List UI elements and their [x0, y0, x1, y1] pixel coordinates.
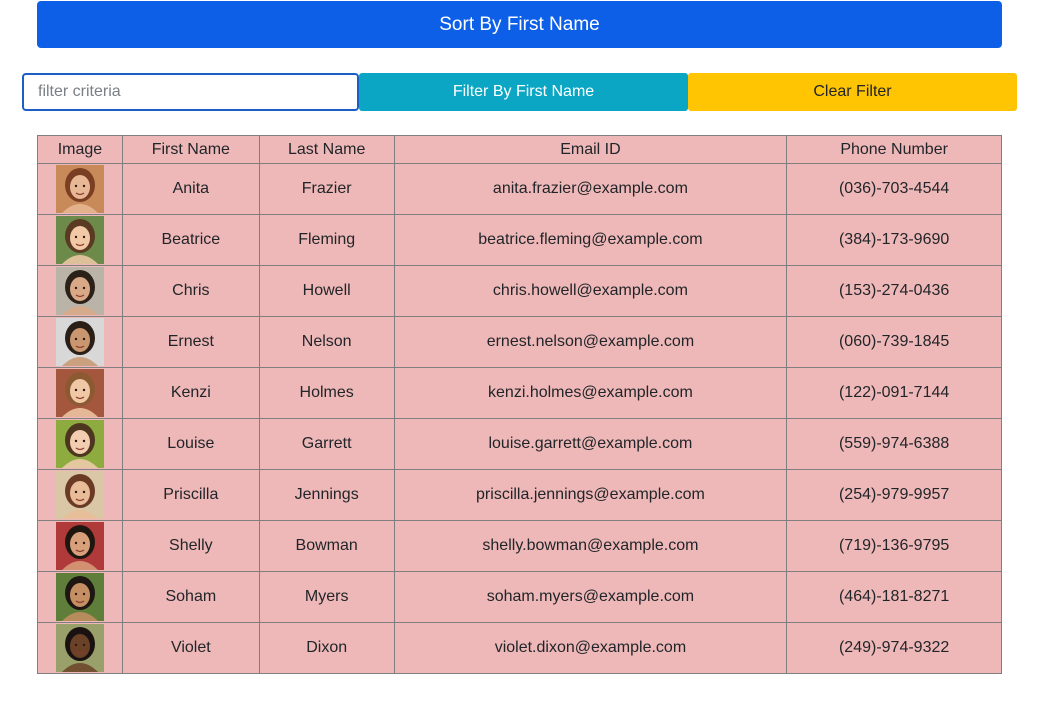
phone-cell: (719)-136-9795 — [786, 520, 1002, 572]
table-row: Ernest Nelson ernest.nelson@example.com (06… — [37, 316, 1002, 368]
table-row: Beatrice Fleming beatrice.fleming@example.… — [37, 214, 1002, 266]
first-name-cell: Chris — [121, 265, 260, 317]
last-name-cell: Fleming — [258, 214, 395, 266]
email-cell: kenzi.holmes@example.com — [393, 367, 788, 419]
avatar — [55, 522, 104, 570]
last-name-cell: Dixon — [258, 622, 395, 674]
first-name-cell: Beatrice — [121, 214, 260, 266]
email-cell: anita.frazier@example.com — [393, 163, 788, 215]
filter-criteria-input[interactable] — [22, 73, 359, 111]
table-row: Shelly Bowman shelly.bowman@example.com (71… — [37, 520, 1002, 572]
avatar — [55, 216, 104, 264]
email-cell: violet.dixon@example.com — [393, 622, 788, 674]
last-name-cell: Jennings — [258, 469, 395, 521]
avatar — [55, 369, 104, 417]
last-name-cell: Frazier — [258, 163, 395, 215]
column-header-first-name: First Name — [121, 135, 260, 164]
last-name-cell: Holmes — [258, 367, 395, 419]
image-cell — [37, 571, 123, 623]
column-header-image: Image — [37, 135, 123, 164]
sort-by-first-name-button[interactable]: Sort By First Name — [37, 1, 1002, 48]
avatar — [55, 471, 104, 519]
avatar — [55, 420, 104, 468]
image-cell — [37, 316, 123, 368]
first-name-cell: Ernest — [121, 316, 260, 368]
users-table: Image First Name Last Name Email ID Phon… — [37, 135, 1002, 674]
first-name-cell: Louise — [121, 418, 260, 470]
first-name-cell: Shelly — [121, 520, 260, 572]
last-name-cell: Garrett — [258, 418, 395, 470]
last-name-cell: Bowman — [258, 520, 395, 572]
table-body: Anita Frazier anita.frazier@example.com (03… — [37, 163, 1002, 674]
table-row: Chris Howell chris.howell@example.com (153)… — [37, 265, 1002, 317]
image-cell — [37, 469, 123, 521]
avatar — [55, 165, 104, 213]
image-cell — [37, 418, 123, 470]
email-cell: louise.garrett@example.com — [393, 418, 788, 470]
email-cell: beatrice.fleming@example.com — [393, 214, 788, 266]
email-cell: ernest.nelson@example.com — [393, 316, 788, 368]
table-row: Louise Garrett louise.garrett@example.com(… — [37, 418, 1002, 470]
table-row: Kenzi Holmes kenzi.holmes@example.com (122)… — [37, 367, 1002, 419]
phone-cell: (122)-091-7144 — [786, 367, 1002, 419]
phone-cell: (060)-739-1845 — [786, 316, 1002, 368]
avatar — [55, 624, 104, 672]
email-cell: soham.myers@example.com — [393, 571, 788, 623]
table-row: Anita Frazier anita.frazier@example.com (03… — [37, 163, 1002, 215]
clear-filter-button[interactable]: Clear Filter — [688, 73, 1017, 111]
filter-by-first-name-button[interactable]: Filter By First Name — [359, 73, 688, 111]
last-name-cell: Myers — [258, 571, 395, 623]
column-header-phone: Phone Number — [786, 135, 1002, 164]
first-name-cell: Kenzi — [121, 367, 260, 419]
image-cell — [37, 520, 123, 572]
last-name-cell: Howell — [258, 265, 395, 317]
image-cell — [37, 265, 123, 317]
first-name-cell: Anita — [121, 163, 260, 215]
email-cell: priscilla.jennings@example.com — [393, 469, 788, 521]
first-name-cell: Soham — [121, 571, 260, 623]
phone-cell: (384)-173-9690 — [786, 214, 1002, 266]
phone-cell: (254)-979-9957 — [786, 469, 1002, 521]
email-cell: chris.howell@example.com — [393, 265, 788, 317]
phone-cell: (559)-974-6388 — [786, 418, 1002, 470]
avatar — [55, 573, 104, 621]
phone-cell: (153)-274-0436 — [786, 265, 1002, 317]
table-row: Soham Myers soham.myers@example.com (464)-1… — [37, 571, 1002, 623]
phone-cell: (036)-703-4544 — [786, 163, 1002, 215]
column-header-email: Email ID — [393, 135, 788, 164]
image-cell — [37, 214, 123, 266]
table-row: Violet Dixon violet.dixon@example.com (249)… — [37, 622, 1002, 674]
last-name-cell: Nelson — [258, 316, 395, 368]
image-cell — [37, 367, 123, 419]
phone-cell: (464)-181-8271 — [786, 571, 1002, 623]
avatar — [55, 267, 104, 315]
image-cell — [37, 163, 123, 215]
first-name-cell: Priscilla — [121, 469, 260, 521]
email-cell: shelly.bowman@example.com — [393, 520, 788, 572]
first-name-cell: Violet — [121, 622, 260, 674]
avatar — [55, 318, 104, 366]
phone-cell: (249)-974-9322 — [786, 622, 1002, 674]
column-header-last-name: Last Name — [258, 135, 395, 164]
table-row: Priscilla Jennings priscilla.jennings@exam… — [37, 469, 1002, 521]
table-header-row: Image First Name Last Name Email ID Phon… — [37, 135, 1002, 164]
image-cell — [37, 622, 123, 674]
